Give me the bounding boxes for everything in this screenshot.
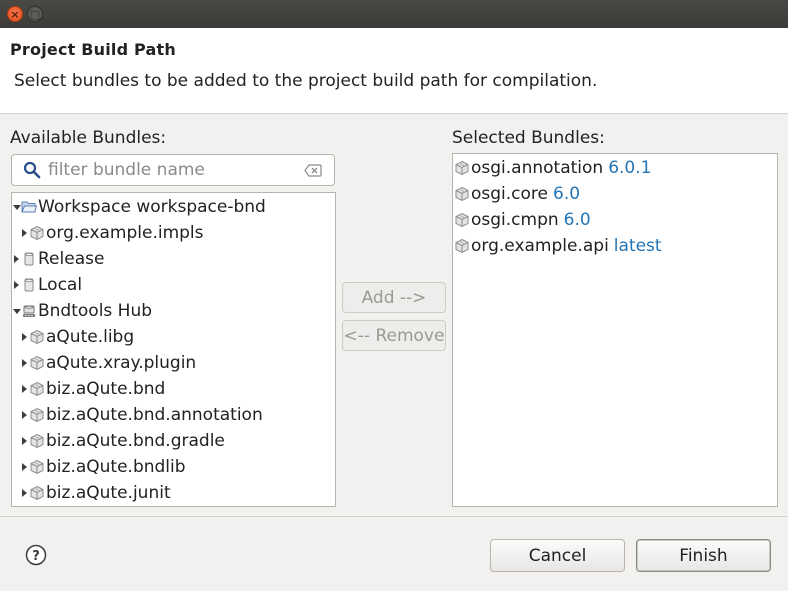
remove-button[interactable]: <-- Remove	[342, 320, 446, 351]
bundle-icon	[454, 238, 470, 254]
selected-bundles-list[interactable]: osgi.annotation 6.0.1 osgi.core 6.0 osgi.cmp…	[452, 153, 778, 507]
tree-item-label: Release	[38, 249, 105, 269]
tree-item-label: aQute.libg	[46, 327, 135, 347]
tree-item-label: biz.aQute.junit	[46, 483, 171, 503]
bundle-icon	[29, 485, 45, 501]
tree-item-label: org.example.impls	[46, 223, 204, 243]
footer-divider	[0, 516, 788, 517]
help-icon[interactable]: ?	[25, 544, 47, 566]
selected-bundle-item[interactable]: osgi.annotation 6.0.1	[454, 155, 651, 181]
tree-item-label: biz.aQute.bnd.annotation	[46, 405, 263, 425]
add-button[interactable]: Add -->	[342, 282, 446, 313]
bundle-icon	[29, 433, 45, 449]
tree-item[interactable]: org.example.impls	[20, 220, 204, 246]
bundle-icon	[29, 329, 45, 345]
window-titlebar: × □	[0, 0, 788, 28]
selected-bundle-item[interactable]: org.example.api latest	[454, 233, 662, 259]
bundle-version: 6.0.1	[608, 158, 652, 178]
expand-right-icon[interactable]	[20, 437, 29, 445]
expand-right-icon[interactable]	[20, 463, 29, 471]
dialog-title: Project Build Path	[10, 40, 176, 59]
expand-down-icon[interactable]	[12, 204, 21, 210]
bundle-version: 6.0	[553, 184, 581, 204]
dialog-header: Project Build Path Select bundles to be …	[0, 28, 788, 114]
tree-item-label: Local	[38, 275, 83, 295]
available-bundles-label: Available Bundles:	[10, 128, 167, 148]
bundle-icon	[29, 381, 45, 397]
dialog-description: Select bundles to be added to the projec…	[14, 71, 598, 91]
tree-item-label: Workspace workspace-bnd	[38, 197, 266, 217]
bundle-icon	[454, 160, 470, 176]
bundle-name: osgi.annotation	[471, 158, 604, 178]
selected-bundles-label: Selected Bundles:	[452, 128, 605, 148]
expand-right-icon[interactable]	[20, 411, 29, 419]
bundle-icon	[29, 407, 45, 423]
bundle-name: osgi.core	[471, 184, 548, 204]
selected-bundle-item[interactable]: osgi.cmpn 6.0	[454, 207, 591, 233]
expand-right-icon[interactable]	[20, 385, 29, 393]
tree-item[interactable]: Release	[12, 246, 104, 272]
tree-item[interactable]: biz.aQute.bnd.annotation	[20, 402, 263, 428]
tree-item[interactable]: biz.aQute.junit	[20, 480, 171, 506]
maximize-window-button[interactable]: □	[27, 6, 43, 22]
close-window-button[interactable]: ×	[7, 6, 23, 22]
tree-item-label: biz.aQute.bnd.gradle	[46, 431, 225, 451]
expand-right-icon[interactable]	[20, 229, 29, 237]
expand-right-icon[interactable]	[12, 255, 21, 263]
repository-icon	[21, 277, 37, 293]
clear-text-icon[interactable]	[304, 164, 322, 177]
cancel-button[interactable]: Cancel	[490, 539, 625, 572]
filter-bundle-search	[11, 154, 335, 186]
available-bundles-tree[interactable]: Workspace workspace-bnd org.example.impls…	[11, 192, 336, 507]
tree-item-label: aQute.xray.plugin	[46, 353, 197, 373]
bundle-version: latest	[613, 236, 662, 256]
tree-item-label: biz.aQute.bnd	[46, 379, 166, 399]
search-icon	[23, 161, 41, 179]
finish-button[interactable]: Finish	[636, 539, 771, 572]
tree-item[interactable]: Bndtools Hub	[12, 298, 152, 324]
bundle-icon	[29, 225, 45, 241]
svg-text:?: ?	[32, 549, 40, 564]
expand-down-icon[interactable]	[12, 308, 21, 314]
bundle-icon	[29, 355, 45, 371]
tree-item-label: biz.aQute.bndlib	[46, 457, 186, 477]
remote-repository-icon	[21, 303, 37, 319]
folder-icon	[21, 199, 38, 215]
bundle-icon	[29, 459, 45, 475]
repository-icon	[21, 251, 37, 267]
bundle-icon	[454, 186, 470, 202]
tree-item-label: Bndtools Hub	[38, 301, 153, 321]
filter-bundle-input[interactable]	[48, 158, 298, 182]
tree-item[interactable]: Local	[12, 272, 82, 298]
tree-item[interactable]: Workspace workspace-bnd	[12, 194, 266, 220]
bundle-icon	[454, 212, 470, 228]
bundle-version: 6.0	[563, 210, 591, 230]
tree-item[interactable]: biz.aQute.bndlib	[20, 454, 186, 480]
tree-item[interactable]: aQute.libg	[20, 324, 134, 350]
expand-right-icon[interactable]	[12, 281, 21, 289]
expand-right-icon[interactable]	[20, 333, 29, 341]
bundle-name: org.example.api	[471, 236, 609, 256]
selected-bundle-item[interactable]: osgi.core 6.0	[454, 181, 580, 207]
expand-right-icon[interactable]	[20, 489, 29, 497]
bundle-name: osgi.cmpn	[471, 210, 559, 230]
tree-item[interactable]: biz.aQute.bnd	[20, 376, 165, 402]
tree-item[interactable]: aQute.xray.plugin	[20, 350, 196, 376]
tree-item[interactable]: biz.aQute.bnd.gradle	[20, 428, 225, 454]
expand-right-icon[interactable]	[20, 359, 29, 367]
